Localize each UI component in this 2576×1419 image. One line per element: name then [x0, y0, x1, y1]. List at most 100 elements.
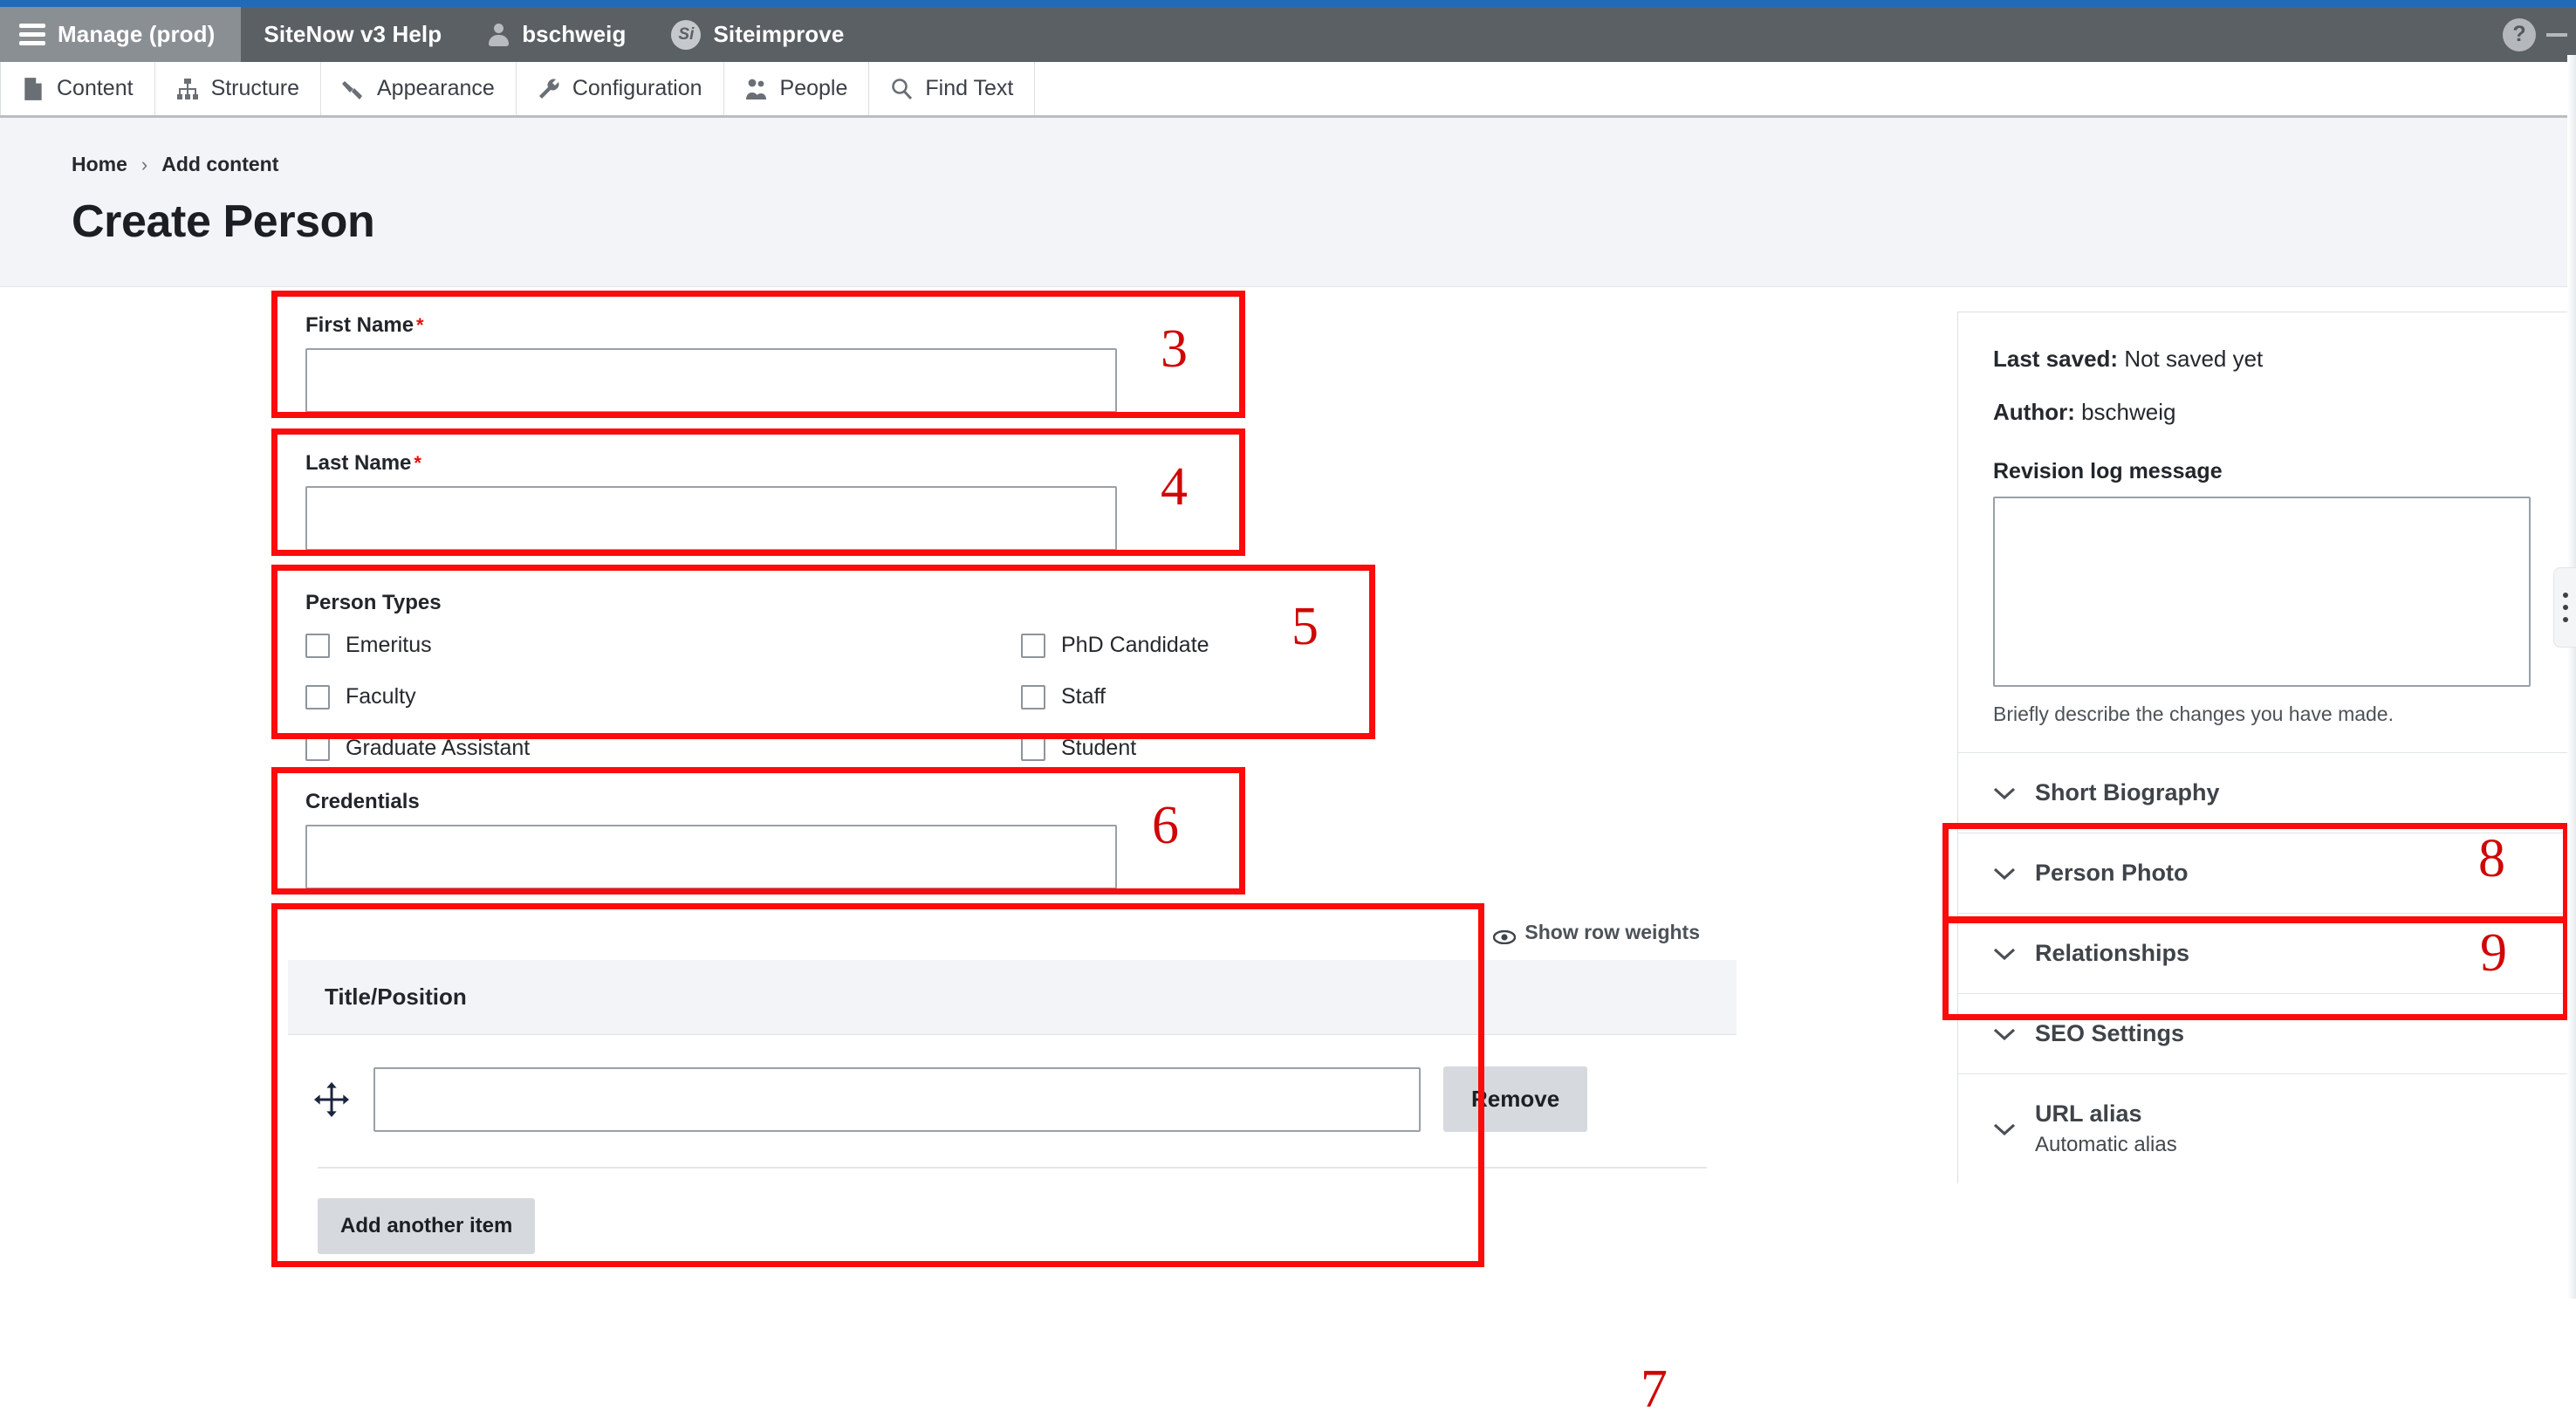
- annotation-number-3: 3: [1161, 319, 1188, 379]
- revision-log-label: Revision log message: [1993, 459, 2223, 483]
- people-icon: [745, 77, 768, 101]
- accordion-subtitle: Automatic alias: [2035, 1133, 2177, 1156]
- toolbar-item-label: SiteNow v3 Help: [264, 21, 442, 47]
- last-name-field-group: Last Name *: [305, 451, 1117, 551]
- drag-handle-icon[interactable]: [312, 1081, 351, 1117]
- menu-item-structure[interactable]: Structure: [155, 62, 321, 115]
- viewport-right-edge: [2567, 55, 2576, 1299]
- required-marker: *: [416, 314, 424, 336]
- remove-button[interactable]: Remove: [1443, 1066, 1588, 1132]
- accordion-seo-settings[interactable]: SEO Settings: [1958, 993, 2567, 1073]
- person-types-group: Person Types Emeritus Faculty Graduate A…: [305, 591, 1387, 787]
- annotation-number-9: 9: [2480, 923, 2507, 983]
- toolbar-item-sitenow-help[interactable]: SiteNow v3 Help: [241, 7, 464, 62]
- admin-menu-bar: Content Structure Appearance Configurati…: [0, 62, 2576, 118]
- toolbar-manage-button[interactable]: Manage (prod): [0, 7, 242, 62]
- last-name-label-text: Last Name: [305, 451, 412, 475]
- checkbox-label: Faculty: [346, 684, 416, 709]
- wrench-icon: [538, 77, 560, 101]
- search-icon: [890, 77, 913, 101]
- chevron-down-icon: [1993, 1122, 2016, 1136]
- accordion-relationships[interactable]: Relationships: [1958, 913, 2567, 993]
- sidebar-meta: Last saved: Not saved yet Author: bschwe…: [1958, 312, 2567, 752]
- first-name-field-group: First Name *: [305, 313, 1117, 413]
- sidebar-panel: Last saved: Not saved yet Author: bschwe…: [1957, 312, 2568, 1183]
- first-name-label-text: First Name: [305, 313, 414, 337]
- annotation-number-8: 8: [2478, 829, 2505, 888]
- sidebar-resize-grip[interactable]: [2553, 567, 2576, 648]
- eye-icon: [1493, 926, 1517, 944]
- title-position-input[interactable]: [373, 1066, 1421, 1132]
- menu-item-appearance[interactable]: Appearance: [321, 62, 517, 115]
- checkbox-row[interactable]: Student: [1021, 736, 1209, 761]
- toolbar-item-user[interactable]: bschweig: [464, 7, 648, 62]
- document-icon: [22, 77, 45, 101]
- hamburger-icon[interactable]: [19, 24, 45, 45]
- author-value: bschweig: [2081, 399, 2176, 425]
- help-icon[interactable]: ?: [2503, 17, 2536, 51]
- checkbox-emeritus[interactable]: [305, 633, 330, 658]
- menu-item-label: People: [779, 76, 848, 100]
- breadcrumb-item-add-content[interactable]: Add content: [161, 153, 278, 176]
- page-title: Create Person: [72, 196, 375, 247]
- menu-item-label: Content: [57, 76, 134, 100]
- accordion-person-photo[interactable]: Person Photo: [1958, 833, 2567, 913]
- paintbrush-icon: [342, 77, 365, 101]
- last-name-input[interactable]: [305, 486, 1117, 551]
- accordion-url-alias[interactable]: URL alias Automatic alias: [1958, 1073, 2567, 1183]
- checkbox-row[interactable]: PhD Candidate: [1021, 633, 1209, 658]
- credentials-label: Credentials: [305, 790, 420, 813]
- checkbox-phd-candidate[interactable]: [1021, 633, 1045, 658]
- toolbar-item-siteimprove[interactable]: Si Siteimprove: [648, 7, 867, 62]
- menu-item-find-text[interactable]: Find Text: [869, 62, 1036, 115]
- first-name-label: First Name *: [305, 313, 1117, 338]
- last-saved-label: Last saved:: [1993, 346, 2119, 372]
- credentials-field-group: Credentials: [305, 790, 1117, 889]
- menu-item-label: Find Text: [925, 76, 1014, 100]
- author-label: Author:: [1993, 399, 2075, 425]
- annotation-number-6: 6: [1152, 796, 1179, 855]
- menu-item-configuration[interactable]: Configuration: [517, 62, 724, 115]
- required-marker: *: [414, 452, 421, 474]
- checkbox-graduate-assistant[interactable]: [305, 736, 330, 761]
- chevron-down-icon: [1993, 947, 2016, 961]
- menu-item-content[interactable]: Content: [0, 62, 155, 115]
- toolbar-edge-dash-icon: [2546, 32, 2567, 37]
- checkbox-student[interactable]: [1021, 736, 1045, 761]
- title-position-widget: Show row weights Title/Position Remove A…: [288, 921, 1737, 1254]
- first-name-input[interactable]: [305, 348, 1117, 413]
- content-area: First Name * 3 Last Name * 4 Person Types …: [0, 287, 2576, 1416]
- checkbox-row[interactable]: Graduate Assistant: [305, 736, 1021, 761]
- checkbox-label: Student: [1061, 736, 1137, 760]
- accordion-url-alias-text: URL alias Automatic alias: [2035, 1100, 2177, 1157]
- breadcrumb-item-home[interactable]: Home: [72, 153, 127, 176]
- checkbox-faculty[interactable]: [305, 684, 330, 710]
- checkbox-label: PhD Candidate: [1061, 633, 1209, 657]
- title-position-column-header: Title/Position: [288, 960, 1737, 1035]
- siteimprove-badge-icon: Si: [671, 19, 702, 50]
- checkbox-row[interactable]: Faculty: [305, 684, 1021, 710]
- revision-log-textarea[interactable]: [1993, 497, 2531, 687]
- top-accent-strip: [0, 0, 2576, 7]
- admin-toolbar: Manage (prod) SiteNow v3 Help bschweig S…: [0, 7, 2576, 62]
- credentials-input[interactable]: [305, 825, 1117, 889]
- add-another-item-button[interactable]: Add another item: [318, 1198, 536, 1254]
- author-line: Author: bschweig: [1993, 399, 2532, 426]
- checkbox-label: Emeritus: [346, 633, 432, 657]
- toolbar-item-label: bschweig: [522, 21, 627, 47]
- checkbox-row[interactable]: Emeritus: [305, 633, 1021, 658]
- checkbox-label: Graduate Assistant: [346, 736, 531, 760]
- breadcrumb-separator-icon: ›: [140, 153, 148, 175]
- accordion-short-biography[interactable]: Short Biography: [1958, 752, 2567, 833]
- show-row-weights-toggle[interactable]: Show row weights: [288, 921, 1737, 944]
- accordion-title: URL alias: [2035, 1100, 2142, 1127]
- menu-item-people[interactable]: People: [724, 62, 870, 115]
- menu-item-label: Appearance: [377, 76, 495, 100]
- accordion-title: Person Photo: [2035, 860, 2189, 886]
- accordion-title: SEO Settings: [2035, 1020, 2185, 1046]
- checkbox-staff[interactable]: [1021, 684, 1045, 710]
- title-position-row: Remove: [288, 1035, 1737, 1163]
- checkbox-row[interactable]: Staff: [1021, 684, 1209, 710]
- chevron-down-icon: [1993, 1027, 2016, 1041]
- person-types-column-two: PhD Candidate Staff Student: [1021, 633, 1209, 787]
